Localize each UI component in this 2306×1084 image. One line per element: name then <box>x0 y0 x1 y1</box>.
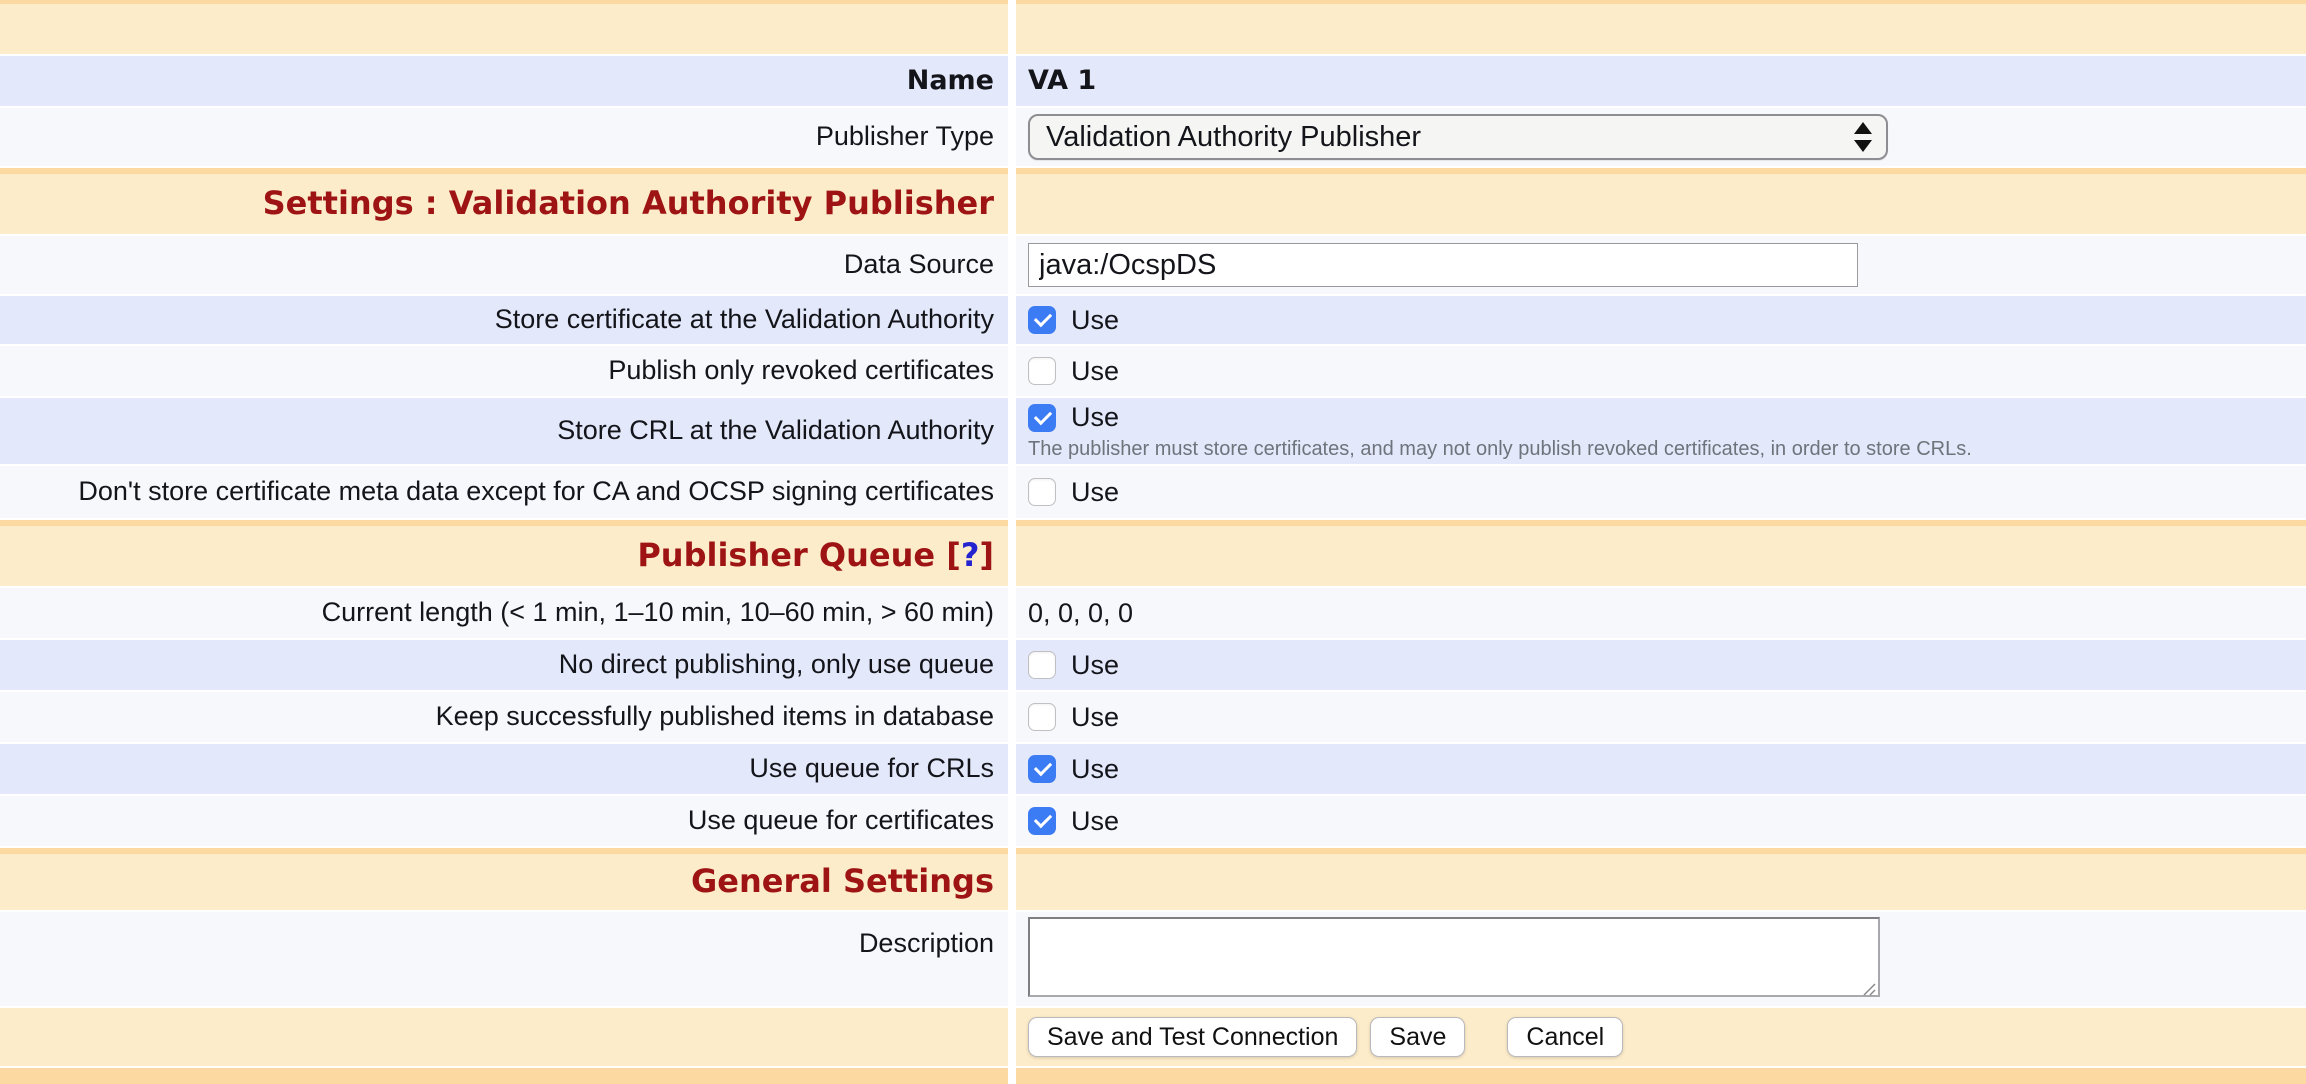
section-band-right <box>1016 4 2306 54</box>
use-queue-crls-checkbox[interactable] <box>1028 755 1056 783</box>
general-settings-header: General Settings <box>691 864 994 899</box>
publish-only-revoked-label: Publish only revoked certificates <box>608 355 994 386</box>
use-queue-crls-label: Use queue for CRLs <box>749 753 994 784</box>
row-data-source: Data Source <box>0 236 2306 294</box>
row-description: Description <box>0 912 2306 1006</box>
row-general-header: General Settings <box>0 854 2306 910</box>
description-textarea[interactable] <box>1028 917 1880 997</box>
store-crl-checkbox[interactable] <box>1028 404 1056 432</box>
no-direct-publishing-use-label[interactable]: Use <box>1071 650 1119 681</box>
keep-published-label: Keep successfully published items in dat… <box>436 701 994 732</box>
use-queue-certificates-use-label[interactable]: Use <box>1071 806 1119 837</box>
no-direct-publishing-checkbox[interactable] <box>1028 651 1056 679</box>
row-queue-header: Publisher Queue [?] <box>0 526 2306 586</box>
keep-published-checkbox[interactable] <box>1028 703 1056 731</box>
keep-published-use-label[interactable]: Use <box>1071 702 1119 733</box>
save-and-test-connection-button[interactable]: Save and Test Connection <box>1028 1017 1357 1057</box>
textarea-resize-grip-icon[interactable] <box>1860 980 1876 996</box>
row-publisher-type: Publisher Type Validation Authority Publ… <box>0 108 2306 166</box>
row-no-direct-publishing: No direct publishing, only use queue Use <box>0 640 2306 690</box>
row-store-crl: Store CRL at the Validation Authority Us… <box>0 398 2306 464</box>
select-stepper-icon <box>1854 122 1872 152</box>
row-publish-only-revoked: Publish only revoked certificates Use <box>0 346 2306 396</box>
store-certificate-use-label[interactable]: Use <box>1071 305 1119 336</box>
name-value: VA 1 <box>1028 65 1096 96</box>
publisher-type-select[interactable]: Validation Authority Publisher <box>1028 114 1888 160</box>
publish-only-revoked-checkbox[interactable] <box>1028 357 1056 385</box>
store-crl-note: The publisher must store certificates, a… <box>1028 438 1972 460</box>
publisher-type-label: Publisher Type <box>816 121 994 152</box>
settings-section-header: Settings : Validation Authority Publishe… <box>263 186 994 221</box>
store-crl-label: Store CRL at the Validation Authority <box>557 415 994 446</box>
use-queue-crls-use-label[interactable]: Use <box>1071 754 1119 785</box>
store-crl-use-label[interactable]: Use <box>1071 402 1119 433</box>
use-queue-certificates-label: Use queue for certificates <box>688 805 994 836</box>
queue-length-label: Current length (< 1 min, 1–10 min, 10–60… <box>322 597 994 628</box>
row-name: Name VA 1 <box>0 56 2306 106</box>
publisher-queue-help-link[interactable]: ? <box>961 536 980 574</box>
row-keep-published: Keep successfully published items in dat… <box>0 692 2306 742</box>
cancel-button[interactable]: Cancel <box>1507 1017 1623 1057</box>
no-direct-publishing-label: No direct publishing, only use queue <box>559 649 994 680</box>
use-queue-certificates-checkbox[interactable] <box>1028 807 1056 835</box>
top-section-band <box>0 4 2306 54</box>
data-source-label: Data Source <box>844 249 994 280</box>
help-bracket-open: [ <box>946 536 961 574</box>
data-source-input[interactable] <box>1028 243 1858 287</box>
store-certificate-checkbox[interactable] <box>1028 306 1056 334</box>
publish-only-revoked-use-label[interactable]: Use <box>1071 356 1119 387</box>
publisher-type-selected-value: Validation Authority Publisher <box>1046 121 1854 154</box>
dont-store-meta-use-label[interactable]: Use <box>1071 477 1119 508</box>
bottom-section-strip <box>0 1068 2306 1084</box>
dont-store-meta-checkbox[interactable] <box>1028 478 1056 506</box>
row-queue-length: Current length (< 1 min, 1–10 min, 10–60… <box>0 588 2306 638</box>
dont-store-meta-label: Don't store certificate meta data except… <box>78 476 994 507</box>
store-certificate-label: Store certificate at the Validation Auth… <box>495 304 994 335</box>
queue-length-value: 0, 0, 0, 0 <box>1028 598 1133 629</box>
row-use-queue-crls: Use queue for CRLs Use <box>0 744 2306 794</box>
row-actions: Save and Test Connection Save Cancel <box>0 1008 2306 1066</box>
row-use-queue-certificates: Use queue for certificates Use <box>0 796 2306 846</box>
row-dont-store-meta: Don't store certificate meta data except… <box>0 466 2306 518</box>
row-settings-header: Settings : Validation Authority Publishe… <box>0 174 2306 234</box>
name-label: Name <box>907 65 994 96</box>
description-label: Description <box>859 928 994 959</box>
section-band-left <box>0 4 1008 54</box>
row-store-certificate: Store certificate at the Validation Auth… <box>0 296 2306 344</box>
publisher-queue-header: Publisher Queue <box>637 536 935 574</box>
help-bracket-close: ] <box>979 536 994 574</box>
save-button[interactable]: Save <box>1370 1017 1465 1057</box>
